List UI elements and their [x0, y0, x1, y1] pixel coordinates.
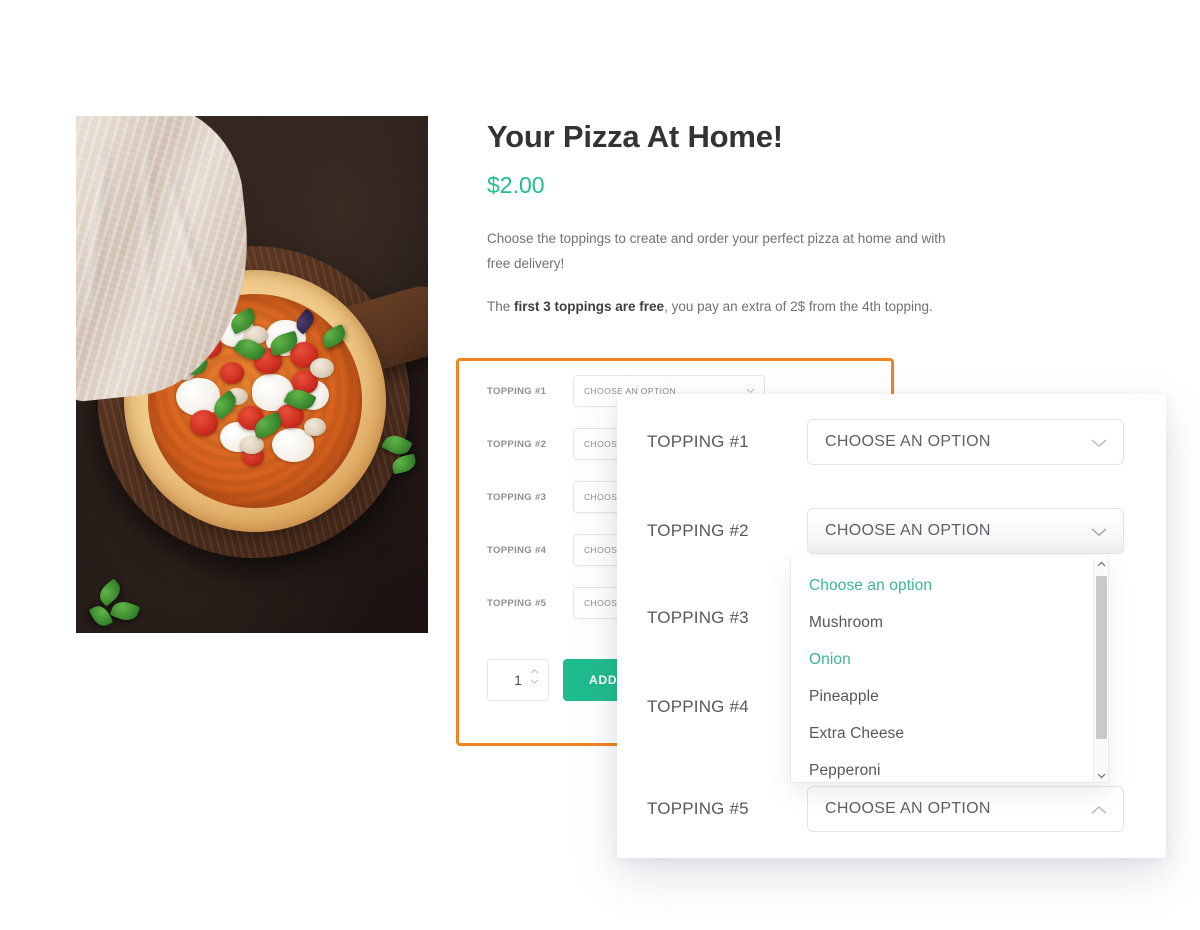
dropdown-option-pepperoni[interactable]: Pepperoni	[791, 752, 1108, 782]
topping-1-label: Topping #1	[487, 385, 547, 397]
popup-topping-2-value: Choose an option	[825, 522, 991, 539]
dropdown-option-pineapple[interactable]: Pineapple	[791, 678, 1108, 715]
chevron-down-icon	[530, 679, 539, 684]
topping-5-label: Topping #5	[487, 597, 547, 609]
product-info: Your Pizza At Home! $2.00 Choose the top…	[487, 118, 957, 320]
dropdown-options: Choose an option Mushroom Onion Pineappl…	[791, 558, 1108, 782]
desc2-suffix: , you pay an extra of 2$ from the 4th to…	[664, 299, 933, 315]
product-page: Your Pizza At Home! $2.00 Choose the top…	[0, 0, 1200, 930]
popup-topping-2-select[interactable]: Choose an option	[807, 508, 1124, 554]
tomato-slice	[190, 410, 218, 436]
dropdown-option-choose-an-option[interactable]: Choose an option	[791, 567, 1108, 604]
tomato-slice	[220, 362, 244, 384]
desc2-prefix: The	[487, 299, 515, 315]
product-price: $2.00	[487, 172, 545, 199]
product-description-1: Choose the toppings to create and order …	[487, 231, 946, 272]
scroll-up-arrow-icon[interactable]	[1097, 561, 1106, 567]
mushroom-slice	[310, 358, 334, 378]
quantity-stepper[interactable]: 1	[487, 659, 549, 701]
popup-topping-1-select[interactable]: Choose an option	[807, 419, 1124, 465]
page-title: Your Pizza At Home!	[487, 119, 783, 154]
topping-3-label: Topping #3	[487, 491, 547, 503]
popup-topping-1-label: Topping #1	[647, 432, 749, 451]
topping-2-dropdown-list[interactable]: Choose an option Mushroom Onion Pineappl…	[790, 558, 1109, 783]
topping-2-label: Topping #2	[487, 438, 547, 450]
topping-4-label: Topping #4	[487, 544, 547, 556]
chevron-down-icon	[1091, 528, 1107, 537]
popup-topping-1-value: Choose an option	[825, 433, 991, 450]
popup-topping-5-select[interactable]: Choose an option	[807, 786, 1124, 832]
popup-row-topping-2: Topping #2 Choose an option	[647, 508, 1137, 554]
dropdown-option-extra-cheese[interactable]: Extra Cheese	[791, 715, 1108, 752]
popup-topping-4-label: Topping #4	[647, 697, 749, 716]
scroll-down-arrow-icon[interactable]	[1097, 773, 1106, 779]
popup-row-topping-1: Topping #1 Choose an option	[647, 419, 1137, 465]
dropdown-option-mushroom[interactable]: Mushroom	[791, 604, 1108, 641]
quantity-arrows[interactable]	[530, 669, 539, 684]
product-description-2: The first 3 toppings are free, you pay a…	[487, 295, 957, 320]
popup-row-topping-5: Topping #5 Choose an option	[647, 786, 1137, 832]
dropdown-option-onion[interactable]: Onion	[791, 641, 1108, 678]
desc2-bold: first 3 toppings are free	[514, 299, 665, 315]
quantity-value: 1	[514, 672, 522, 688]
product-image[interactable]	[76, 116, 428, 633]
mushroom-slice	[240, 436, 264, 454]
popup-topping-5-label: Topping #5	[647, 799, 749, 818]
popup-topping-2-label: Topping #2	[647, 521, 749, 540]
scrollbar-thumb[interactable]	[1096, 576, 1107, 739]
mushroom-slice	[304, 418, 326, 436]
chevron-up-icon	[530, 669, 539, 674]
popup-topping-3-label: Topping #3	[647, 608, 749, 627]
chevron-down-icon	[1091, 439, 1107, 448]
dropdown-scrollbar[interactable]	[1093, 558, 1108, 782]
popup-topping-5-value: Choose an option	[825, 800, 991, 817]
chevron-up-icon	[1091, 806, 1107, 815]
